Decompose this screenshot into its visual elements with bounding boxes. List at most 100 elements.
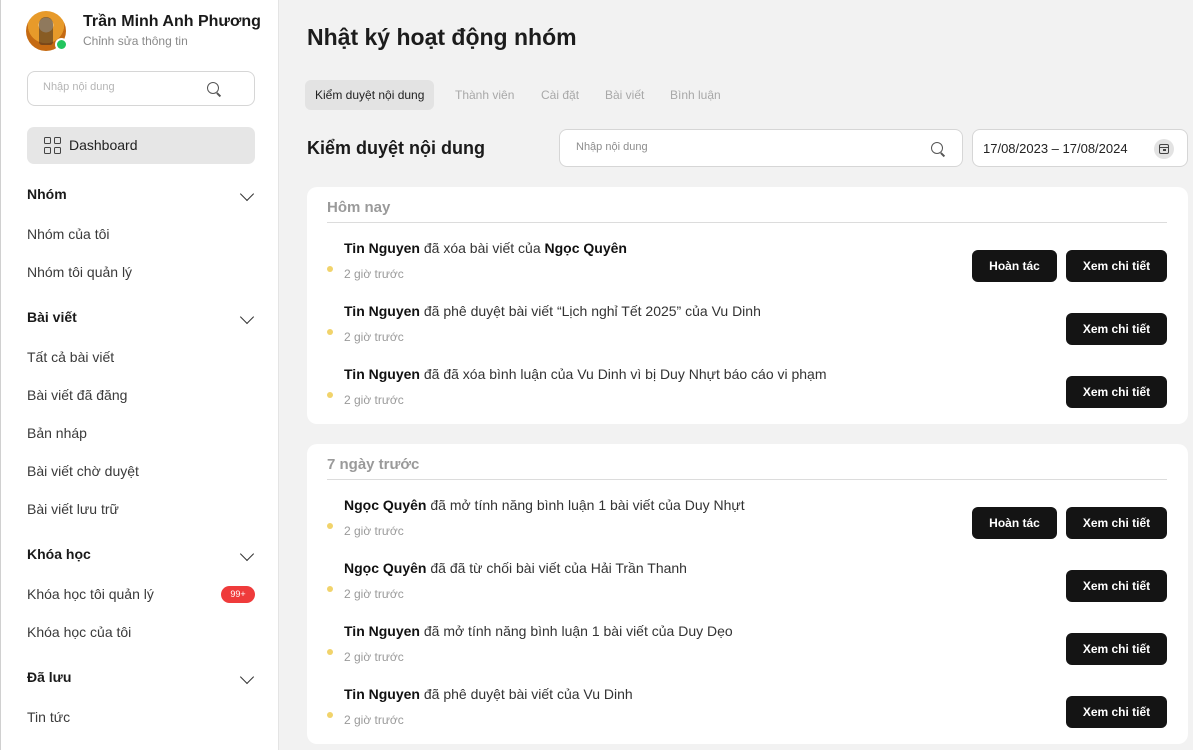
- activity-text: Tin Nguyen đã đã xóa bình luận của Vu Di…: [344, 366, 827, 382]
- activity-time: 2 giờ trước: [344, 650, 404, 664]
- actor-name: Tin Nguyen: [344, 240, 420, 256]
- activity-time: 2 giờ trước: [344, 713, 404, 727]
- sidebar-item-archived-posts[interactable]: Bài viết lưu trữ: [27, 501, 119, 517]
- activity-time: 2 giờ trước: [344, 393, 404, 407]
- online-status-dot: [55, 38, 68, 51]
- sidebar-section-posts[interactable]: Bài viết: [27, 309, 255, 329]
- activity-row: Tin Nguyen đã đã xóa bình luận của Vu Di…: [307, 362, 1188, 422]
- sidebar-item-all-posts[interactable]: Tất cả bài viết: [27, 349, 114, 365]
- activity-row: Tin Nguyen đã mở tính năng bình luận 1 b…: [307, 619, 1188, 679]
- calendar-button[interactable]: [1154, 139, 1174, 159]
- activity-time: 2 giờ trước: [344, 330, 404, 344]
- actor-name: Tin Nguyen: [344, 366, 420, 382]
- section-title: Đã lưu: [27, 669, 72, 685]
- actor-name: Tin Nguyen: [344, 623, 420, 639]
- profile-name: Trần Minh Anh Phương: [83, 13, 261, 30]
- divider: [327, 479, 1167, 480]
- profile-block[interactable]: Trần Minh Anh Phương Chỉnh sửa thông tin: [26, 11, 266, 51]
- activity-row: Tin Nguyen đã phê duyệt bài viết “Lịch n…: [307, 299, 1188, 359]
- activity-description: đã mở tính năng bình luận 1 bài viết của…: [426, 497, 745, 513]
- status-dot: [327, 712, 333, 718]
- group-heading: Hôm nay: [327, 199, 391, 216]
- search-icon[interactable]: [931, 142, 946, 157]
- activity-description: đã đã từ chối bài viết của Hải Trần Than…: [426, 560, 687, 576]
- activity-time: 2 giờ trước: [344, 587, 404, 601]
- sidebar-item-news[interactable]: Tin tức: [27, 709, 70, 725]
- section-title: Kiểm duyệt nội dung: [307, 138, 485, 158]
- actor-name: Tin Nguyen: [344, 303, 420, 319]
- tab-posts[interactable]: Bài viết: [605, 80, 644, 110]
- sidebar-item-published-posts[interactable]: Bài viết đã đăng: [27, 387, 127, 403]
- actor-name: Ngọc Quyên: [344, 560, 427, 576]
- sidebar-search-input[interactable]: [43, 81, 203, 93]
- group-heading: 7 ngày trước: [327, 456, 420, 473]
- page-title: Nhật ký hoạt động nhóm: [307, 24, 577, 50]
- activity-text: Tin Nguyen đã phê duyệt bài viết “Lịch n…: [344, 303, 761, 319]
- activity-text: Ngọc Quyên đã đã từ chối bài viết của Hả…: [344, 560, 687, 576]
- sidebar-item-pending-posts[interactable]: Bài viết chờ duyệt: [27, 463, 139, 479]
- content-search-input[interactable]: [576, 141, 906, 153]
- sidebar-item-drafts[interactable]: Bản nháp: [27, 425, 87, 441]
- view-detail-button[interactable]: Xem chi tiết: [1066, 250, 1167, 282]
- divider: [327, 222, 1167, 223]
- content-search: [559, 129, 963, 167]
- view-detail-button[interactable]: Xem chi tiết: [1066, 313, 1167, 345]
- undo-button[interactable]: Hoàn tác: [972, 507, 1057, 539]
- activity-description: đã đã xóa bình luận của Vu Dinh vì bị Du…: [419, 366, 827, 382]
- undo-button[interactable]: Hoàn tác: [972, 250, 1057, 282]
- edit-profile-link[interactable]: Chỉnh sửa thông tin: [83, 34, 188, 48]
- main-content: Nhật ký hoạt động nhóm Kiểm duyệt nội du…: [279, 0, 1193, 750]
- tab-settings[interactable]: Cài đặt: [541, 80, 579, 110]
- sidebar-item-my-groups[interactable]: Nhóm của tôi: [27, 226, 109, 242]
- activity-row: Ngọc Quyên đã đã từ chối bài viết của Hả…: [307, 556, 1188, 616]
- calendar-icon: [1159, 144, 1169, 154]
- tab-content-moderation[interactable]: Kiểm duyệt nội dung: [305, 80, 435, 110]
- view-detail-button[interactable]: Xem chi tiết: [1066, 570, 1167, 602]
- activity-description: đã phê duyệt bài viết “Lịch nghỉ Tết 202…: [419, 303, 761, 319]
- date-range-picker[interactable]: 17/08/2023 – 17/08/2024: [972, 129, 1188, 167]
- sidebar-item-managed-groups[interactable]: Nhóm tôi quản lý: [27, 264, 132, 280]
- view-detail-button[interactable]: Xem chi tiết: [1066, 633, 1167, 665]
- actor-name: Tin Nguyen: [344, 686, 420, 702]
- section-title: Bài viết: [27, 309, 77, 325]
- activity-group-today: Hôm nay Tin Nguyen đã xóa bài viết của N…: [307, 187, 1188, 424]
- activity-row: Ngọc Quyên đã mở tính năng bình luận 1 b…: [307, 493, 1188, 553]
- chevron-down-icon: [239, 546, 255, 562]
- view-detail-button[interactable]: Xem chi tiết: [1066, 696, 1167, 728]
- tab-comments[interactable]: Bình luận: [670, 80, 721, 110]
- activity-group-7-days-ago: 7 ngày trước Ngọc Quyên đã mở tính năng …: [307, 444, 1188, 744]
- activity-row: Tin Nguyen đã phê duyệt bài viết của Vu …: [307, 682, 1188, 742]
- section-title: Khóa học: [27, 546, 91, 562]
- view-detail-button[interactable]: Xem chi tiết: [1066, 507, 1167, 539]
- activity-text: Ngọc Quyên đã mở tính năng bình luận 1 b…: [344, 497, 745, 513]
- sidebar-section-courses[interactable]: Khóa học: [27, 546, 255, 566]
- sidebar-section-groups[interactable]: Nhóm: [27, 186, 255, 206]
- search-icon[interactable]: [207, 82, 222, 97]
- status-dot: [327, 523, 333, 529]
- chevron-down-icon: [239, 186, 255, 202]
- tab-members[interactable]: Thành viên: [455, 80, 514, 110]
- status-dot: [327, 649, 333, 655]
- activity-time: 2 giờ trước: [344, 524, 404, 538]
- activity-description: đã phê duyệt bài viết của Vu Dinh: [419, 686, 633, 702]
- sidebar-section-saved[interactable]: Đã lưu: [27, 669, 255, 689]
- chevron-down-icon: [239, 669, 255, 685]
- actor-name: Ngọc Quyên: [344, 497, 427, 513]
- sidebar-item-managed-courses[interactable]: Khóa học tôi quản lý: [27, 586, 154, 602]
- target-name: Ngọc Quyên: [544, 240, 627, 256]
- activity-time: 2 giờ trước: [344, 267, 404, 281]
- status-dot: [327, 392, 333, 398]
- dashboard-label: Dashboard: [69, 137, 138, 153]
- status-dot: [327, 266, 333, 272]
- grid-icon: [44, 137, 61, 154]
- status-dot: [327, 329, 333, 335]
- sidebar-search: [27, 71, 255, 106]
- section-title: Nhóm: [27, 186, 67, 202]
- sidebar-item-my-courses[interactable]: Khóa học của tôi: [27, 624, 131, 640]
- view-detail-button[interactable]: Xem chi tiết: [1066, 376, 1167, 408]
- chevron-down-icon: [239, 309, 255, 325]
- activity-description: đã xóa bài viết của: [419, 240, 545, 256]
- dashboard-button[interactable]: Dashboard: [27, 127, 255, 164]
- sidebar: Trần Minh Anh Phương Chỉnh sửa thông tin…: [0, 0, 279, 750]
- activity-row: Tin Nguyen đã xóa bài viết của Ngọc Quyê…: [307, 236, 1188, 296]
